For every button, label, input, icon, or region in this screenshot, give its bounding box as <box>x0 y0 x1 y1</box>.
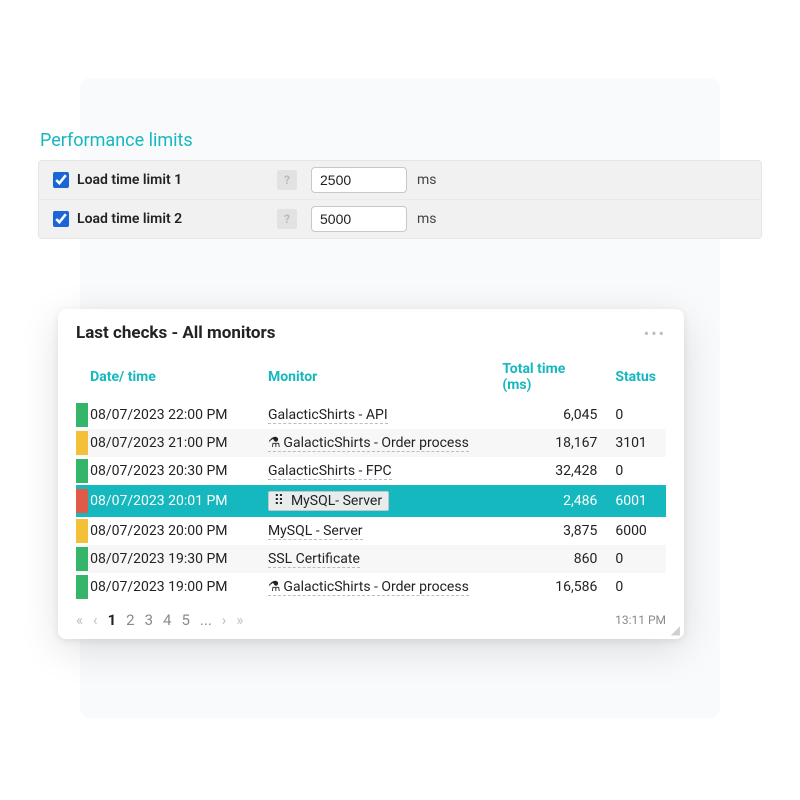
performance-limits-panel: Load time limit 1 ? ms Load time limit 2… <box>38 160 762 239</box>
last-checks-table: Date/ time Monitor Total time (ms) Statu… <box>76 353 666 601</box>
pager-page[interactable]: 4 <box>163 611 171 629</box>
cell-monitor[interactable]: GalacticShirts - API <box>268 401 502 429</box>
perf-row-2: Load time limit 2 ? ms <box>39 199 761 238</box>
cell-status: 0 <box>603 573 666 601</box>
monitor-name: MySQL - Server <box>268 523 363 539</box>
cell-time: 32,428 <box>502 457 603 485</box>
table-row[interactable]: 08/07/2023 21:00 PM⚗ GalacticShirts - Or… <box>76 429 666 457</box>
perf-row-2-input[interactable] <box>311 206 407 232</box>
status-color-bar <box>76 575 88 599</box>
flask-icon: ⚗ <box>268 435 280 451</box>
cell-status: 3101 <box>603 429 666 457</box>
perf-row-2-unit: ms <box>417 211 437 227</box>
monitor-name: SSL Certificate <box>268 551 360 567</box>
cell-date: 08/07/2023 20:30 PM <box>90 457 268 485</box>
cell-status: 0 <box>603 457 666 485</box>
status-color-bar <box>76 519 88 543</box>
cell-date: 08/07/2023 20:01 PM <box>90 485 268 517</box>
cell-time: 3,875 <box>502 517 603 545</box>
card-title: Last checks - All monitors <box>76 323 275 343</box>
perf-row-1: Load time limit 1 ? ms <box>39 161 761 199</box>
status-color-bar <box>76 547 88 571</box>
cell-time: 860 <box>502 545 603 573</box>
table-row[interactable]: 08/07/2023 20:30 PMGalacticShirts - FPC 3… <box>76 457 666 485</box>
pager-next[interactable]: › <box>222 611 227 629</box>
status-color-bar <box>76 403 88 427</box>
monitor-name: GalacticShirts - Order process <box>283 579 468 595</box>
table-row[interactable]: 08/07/2023 19:00 PM⚗ GalacticShirts - Or… <box>76 573 666 601</box>
perf-row-1-checkbox[interactable] <box>53 172 69 188</box>
pager-prev[interactable]: ‹ <box>93 611 98 629</box>
perf-row-2-label: Load time limit 2 <box>77 211 277 227</box>
table-row[interactable]: 08/07/2023 19:30 PMSSL Certificate 8600 <box>76 545 666 573</box>
help-icon[interactable]: ? <box>277 170 297 190</box>
perf-row-1-unit: ms <box>417 172 437 188</box>
table-row[interactable]: 08/07/2023 20:01 PM⠿ MySQL- Server2,4866… <box>76 485 666 517</box>
cell-monitor[interactable]: GalacticShirts - FPC <box>268 457 502 485</box>
col-header-date[interactable]: Date/ time <box>90 353 268 401</box>
cell-monitor[interactable]: SSL Certificate <box>268 545 502 573</box>
resize-handle-icon[interactable]: ◢ <box>671 623 680 637</box>
cell-date: 08/07/2023 19:30 PM <box>90 545 268 573</box>
card-menu-icon[interactable]: ••• <box>644 324 666 343</box>
pager-page[interactable]: 5 <box>181 611 189 629</box>
col-header-time[interactable]: Total time (ms) <box>502 353 603 401</box>
cell-date: 08/07/2023 20:00 PM <box>90 517 268 545</box>
last-checks-card: Last checks - All monitors ••• Date/ tim… <box>58 309 684 639</box>
status-color-bar <box>76 431 88 455</box>
cell-status: 0 <box>603 545 666 573</box>
pager-page[interactable]: 2 <box>126 611 134 629</box>
cell-time: 16,586 <box>502 573 603 601</box>
col-header-status[interactable]: Status <box>603 353 666 401</box>
help-icon[interactable]: ? <box>277 209 297 229</box>
monitor-name: MySQL- Server <box>291 493 382 509</box>
monitor-name: GalacticShirts - FPC <box>268 463 392 479</box>
perf-row-2-checkbox[interactable] <box>53 211 69 227</box>
cell-status: 6000 <box>603 517 666 545</box>
cell-time: 6,045 <box>502 401 603 429</box>
pager-page[interactable]: ... <box>200 611 212 629</box>
pager-time: 13:11 PM <box>615 613 666 627</box>
status-color-bar <box>76 459 88 483</box>
pager-first[interactable]: « <box>76 611 83 629</box>
pager-last[interactable]: » <box>236 611 243 629</box>
cell-monitor[interactable]: ⚗ GalacticShirts - Order process <box>268 429 502 457</box>
cell-status: 0 <box>603 401 666 429</box>
monitor-name: GalacticShirts - API <box>268 407 388 423</box>
cell-time: 2,486 <box>502 485 603 517</box>
monitor-name: GalacticShirts - Order process <box>283 435 468 451</box>
status-color-bar <box>76 489 88 513</box>
cell-time: 18,167 <box>502 429 603 457</box>
performance-limits-title: Performance limits <box>40 130 193 151</box>
cell-status: 6001 <box>603 485 666 517</box>
cell-date: 08/07/2023 21:00 PM <box>90 429 268 457</box>
table-row[interactable]: 08/07/2023 22:00 PMGalacticShirts - API 6… <box>76 401 666 429</box>
flask-icon: ⚗ <box>268 579 280 595</box>
cell-date: 08/07/2023 22:00 PM <box>90 401 268 429</box>
cell-monitor[interactable]: ⠿ MySQL- Server <box>268 485 502 517</box>
perf-row-1-input[interactable] <box>311 167 407 193</box>
grip-icon: ⠿ <box>273 493 285 509</box>
pager: « ‹ 12345... › » 13:11 PM <box>76 601 666 629</box>
cell-date: 08/07/2023 19:00 PM <box>90 573 268 601</box>
table-row[interactable]: 08/07/2023 20:00 PMMySQL - Server 3,87560… <box>76 517 666 545</box>
pager-page[interactable]: 3 <box>145 611 153 629</box>
cell-monitor[interactable]: MySQL - Server <box>268 517 502 545</box>
pager-page[interactable]: 1 <box>108 611 117 629</box>
col-header-monitor[interactable]: Monitor <box>268 353 502 401</box>
perf-row-1-label: Load time limit 1 <box>77 172 277 188</box>
cell-monitor[interactable]: ⚗ GalacticShirts - Order process <box>268 573 502 601</box>
